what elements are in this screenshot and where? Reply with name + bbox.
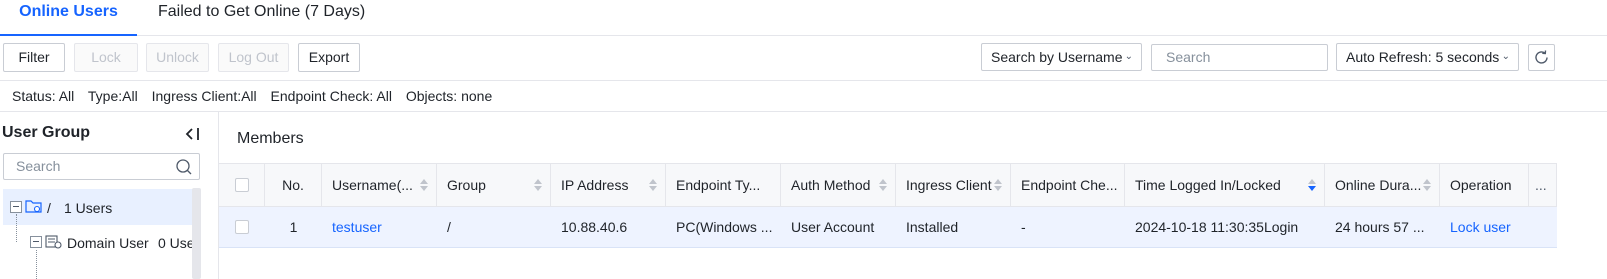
col-group-label: Group xyxy=(447,177,486,193)
user-group-panel: User Group Search / 1 Users Domain User … xyxy=(0,112,205,279)
tree-item-root-count: 1 Users xyxy=(64,200,113,216)
tree-collapse-domain-icon[interactable] xyxy=(30,236,42,248)
col-ip-label: IP Address xyxy=(561,177,629,193)
lock-user-link[interactable]: Lock user xyxy=(1440,207,1529,247)
group-search-input[interactable]: Search xyxy=(3,153,200,180)
filter-summary: Status: All Type:All Ingress Client:All … xyxy=(12,86,502,106)
search-icon xyxy=(176,159,192,175)
col-auth-method[interactable]: Auth Method xyxy=(781,164,896,206)
tree-item-domain-count: 0 Use xyxy=(158,235,192,251)
lock-button[interactable]: Lock xyxy=(74,43,138,72)
unlock-button[interactable]: Unlock xyxy=(146,43,209,72)
search-by-select[interactable]: Search by Username ⌄ xyxy=(981,43,1142,71)
filter-type: Type:All xyxy=(87,88,138,104)
select-all-checkbox[interactable] xyxy=(234,178,249,192)
table-header: No. Username(... Group IP Address Endpoi… xyxy=(219,163,1557,207)
cell-endpoint-check: - xyxy=(1021,219,1026,235)
cell-ingress-client: Installed xyxy=(906,219,959,235)
filter-ingress: Ingress Client:All xyxy=(151,88,257,104)
tab-failed-to-get-online[interactable]: Failed to Get Online (7 Days) xyxy=(158,0,365,36)
refresh-icon xyxy=(1535,50,1548,64)
members-title: Members xyxy=(237,130,304,147)
cell-auth-method: User Account xyxy=(791,219,875,235)
row-checkbox[interactable] xyxy=(235,220,249,234)
tab-bar: Online Users Failed to Get Online (7 Day… xyxy=(0,0,1607,36)
filter-button[interactable]: Filter xyxy=(3,43,65,72)
chevron-down-icon: ⌄ xyxy=(1124,51,1133,62)
tree-collapse-root-icon[interactable] xyxy=(10,201,22,213)
chevron-down-icon: ⌄ xyxy=(1501,51,1510,62)
cell-ip: 10.88.40.6 xyxy=(561,219,628,235)
collapse-panel-icon[interactable] xyxy=(184,125,202,143)
search-by-label: Search by Username xyxy=(991,49,1123,65)
tree-item-domain-name[interactable]: Domain User xyxy=(67,234,149,252)
cell-online-duration: 24 hours 57 ... xyxy=(1335,219,1425,235)
auto-refresh-select[interactable]: Auto Refresh: 5 seconds ⌄ xyxy=(1336,43,1519,71)
cell-group: / xyxy=(447,219,451,235)
col-endpoint-check: Endpoint Che... xyxy=(1011,164,1125,206)
col-username[interactable]: Username(... xyxy=(322,164,437,206)
cell-endpoint-type: PC(Windows ... xyxy=(676,219,773,235)
column-settings-icon[interactable]: ... xyxy=(1529,164,1557,206)
col-group[interactable]: Group xyxy=(437,164,551,206)
sort-icon[interactable] xyxy=(534,179,542,191)
export-button[interactable]: Export xyxy=(298,43,360,72)
col-ingress-label: Ingress Client xyxy=(906,177,992,193)
col-no: No. xyxy=(265,164,322,206)
auto-refresh-label: Auto Refresh: 5 seconds xyxy=(1346,49,1500,65)
row-select-cell xyxy=(219,207,265,247)
tab-online-users[interactable]: Online Users xyxy=(0,0,137,36)
folder-group-icon xyxy=(25,200,42,213)
refresh-button[interactable] xyxy=(1528,44,1555,71)
tree-item-root-name: / xyxy=(47,200,51,216)
sort-icon[interactable] xyxy=(420,179,428,191)
col-duration-label: Online Dura... xyxy=(1335,177,1422,193)
col-time-logged[interactable]: Time Logged In/Locked xyxy=(1125,164,1325,206)
tree-line xyxy=(36,250,37,279)
tree-line xyxy=(16,214,17,242)
members-panel: Members No. Username(... Group IP Addres… xyxy=(218,112,1607,279)
sort-icon[interactable] xyxy=(994,179,1002,191)
table-row[interactable]: 1 testuser / 10.88.40.6 PC(Windows ... U… xyxy=(219,207,1557,248)
col-ip-address[interactable]: IP Address xyxy=(551,164,666,206)
sort-desc-icon[interactable] xyxy=(1308,179,1316,191)
cell-no: 1 xyxy=(289,219,298,235)
cell-username-link[interactable]: testuser xyxy=(322,207,437,247)
cell-time-logged: 2024-10-18 11:30:35Login xyxy=(1135,219,1299,235)
domain-group-icon xyxy=(45,235,62,249)
col-ingress-client[interactable]: Ingress Client xyxy=(896,164,1011,206)
sort-icon[interactable] xyxy=(1423,179,1431,191)
user-group-title: User Group xyxy=(2,124,91,141)
search-input[interactable]: Search xyxy=(1151,44,1328,71)
col-username-label: Username(... xyxy=(332,177,413,193)
filter-objects: Objects: none xyxy=(405,88,493,104)
sort-icon[interactable] xyxy=(879,179,887,191)
logout-button[interactable]: Log Out xyxy=(218,43,289,72)
toolbar: Filter Lock Unlock Log Out Export Search… xyxy=(0,36,1607,81)
col-time-label: Time Logged In/Locked xyxy=(1135,177,1281,193)
col-endpoint-type: Endpoint Ty... xyxy=(666,164,781,206)
group-search-placeholder: Search xyxy=(16,158,61,174)
sort-icon[interactable] xyxy=(649,179,657,191)
col-operation: Operation xyxy=(1440,164,1529,206)
col-auth-label: Auth Method xyxy=(791,177,871,193)
col-online-duration[interactable]: Online Dura... xyxy=(1325,164,1440,206)
select-all-cell xyxy=(219,164,265,206)
tree-scrollbar[interactable] xyxy=(192,188,201,279)
filter-status: Status: All xyxy=(12,88,75,104)
filter-endpoint: Endpoint Check: All xyxy=(270,88,392,104)
